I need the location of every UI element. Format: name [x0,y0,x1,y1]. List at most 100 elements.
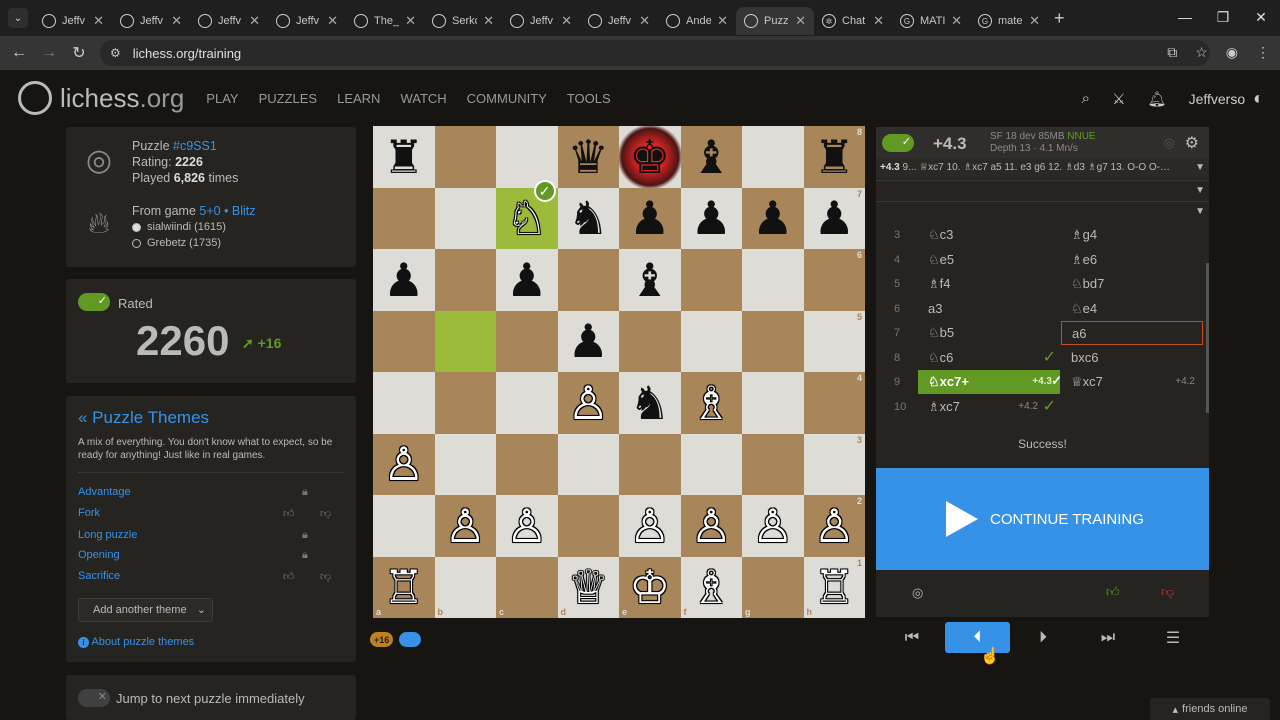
chess-piece[interactable]: ♜ [814,134,855,180]
chess-piece[interactable]: ♗ [691,380,732,426]
browser-tab[interactable]: Jeffv ✕ [190,7,268,35]
close-tab-icon[interactable]: ✕ [327,13,338,29]
square-g1[interactable]: g [742,556,804,618]
about-themes-link[interactable]: i About puzzle themes [78,636,194,648]
last-move-icon[interactable]: ⏭ [1096,622,1120,653]
square-g2[interactable]: ♙ [742,495,804,557]
square-e2[interactable]: ♙ [619,495,681,557]
add-theme-select[interactable]: Add another theme ⌄ [78,598,213,622]
square-d3[interactable] [557,433,619,495]
thumbs-down-icon[interactable]: 👎︎ [320,507,331,520]
pv-line-2[interactable]: ▼ [876,180,1209,200]
nav-learn[interactable]: LEARN [337,91,380,106]
square-f3[interactable] [680,433,742,495]
square-a7[interactable] [373,187,435,249]
prev-move-icon[interactable]: ⏴ [945,622,1010,653]
nav-watch[interactable]: WATCH [400,91,446,106]
move-white[interactable]: ♘e5 [918,248,1060,272]
move-black[interactable]: a6 [1061,321,1203,345]
square-h8[interactable]: ♜ 8 [803,126,865,188]
site-info-icon[interactable]: ⚙ [110,46,121,60]
browser-tab[interactable]: Jeffv ✕ [268,7,346,35]
chess-piece[interactable]: ♘ [506,195,547,241]
move-white[interactable]: ♗f4 [918,272,1060,296]
move-black[interactable] [1061,395,1203,419]
url-field[interactable]: ⚙ lichess.org/training [100,40,1210,66]
square-d6[interactable] [557,249,619,311]
engine-toggle[interactable] [882,134,914,152]
chess-piece[interactable]: ♙ [629,503,670,549]
square-b5[interactable] [434,310,496,372]
chess-piece[interactable]: ♙ [383,441,424,487]
chess-piece[interactable]: ♛ [568,134,609,180]
profile-icon[interactable]: ◉ [1226,44,1238,61]
jump-next-toggle[interactable] [78,689,110,707]
close-tab-icon[interactable]: ✕ [93,13,104,29]
close-tab-icon[interactable]: ✕ [795,13,806,29]
square-h6[interactable]: 6 [803,249,865,311]
close-window-icon[interactable]: ✕ [1242,0,1280,34]
browser-tab[interactable]: G MATI ✕ [892,7,970,35]
chess-piece[interactable]: ♟ [752,195,793,241]
square-e3[interactable] [619,433,681,495]
square-a3[interactable]: ♙ [373,433,435,495]
chess-piece[interactable]: ♙ [752,503,793,549]
browser-tab[interactable]: Jeffv ✕ [112,7,190,35]
first-move-icon[interactable]: ⏮ [900,622,924,653]
rated-toggle[interactable] [78,293,110,311]
puzzle-id-link[interactable]: #c9SS1 [173,139,217,153]
square-c8[interactable] [496,126,558,188]
square-h2[interactable]: ♙ 2 [803,495,865,557]
square-c3[interactable] [496,433,558,495]
square-e1[interactable]: ♔ e [619,556,681,618]
browser-menu-icon[interactable]: ⋮ [1256,44,1270,61]
install-icon[interactable]: ⧉ [1167,44,1177,61]
themes-title[interactable]: « Puzzle Themes [78,408,209,428]
close-tab-icon[interactable]: ✕ [561,13,572,29]
close-tab-icon[interactable]: ✕ [717,13,728,29]
chess-piece[interactable]: ♙ [814,503,855,549]
nav-tools[interactable]: TOOLS [567,91,611,106]
nav-community[interactable]: COMMUNITY [467,91,547,106]
square-b1[interactable]: b [434,556,496,618]
move-black[interactable]: ♘e4 [1061,297,1203,321]
analysis-target-icon[interactable]: ◎ [912,585,923,601]
square-f7[interactable]: ♟ [680,187,742,249]
close-tab-icon[interactable]: ✕ [639,13,650,29]
chess-board[interactable]: ♜ ♛ ♚ ♝ ♜ 8 ♘ ✓ ♞ ♟ ♟ ♟ ♟ 7 ♟ ♟ ♝ 6 ♟ 5 ♙ ♞ ♗ 4 ♙ 3 ♙ ♙ ♙ ♙ ♙ ♙ 2 ♖ a b c ♕ d ♔… [373,126,865,618]
browser-tab[interactable]: ✲ Chat ✕ [814,7,892,35]
square-a4[interactable] [373,372,435,434]
square-a8[interactable]: ♜ [373,126,435,188]
move-black[interactable]: bxc6 [1061,346,1203,370]
thumbs-up-icon[interactable]: 👍︎ [283,507,295,520]
username[interactable]: Jeffverso [1189,91,1246,107]
chess-piece[interactable]: ♔ [629,564,670,610]
thumbs-up-icon[interactable]: 👍︎ [283,570,295,583]
forward-icon[interactable]: → [34,44,64,62]
player-white[interactable]: sialwiindi (1615) [132,219,256,235]
browser-tab[interactable]: Jeffv ✕ [580,7,658,35]
browser-tab[interactable]: Puzz ✕ [736,7,814,35]
chess-piece[interactable]: ♗ [691,564,732,610]
close-tab-icon[interactable]: ✕ [249,13,260,29]
square-d4[interactable]: ♙ [557,372,619,434]
square-c4[interactable] [496,372,558,434]
site-logo[interactable]: lichess.org [18,81,184,115]
pv-expand-icon[interactable]: ▼ [1195,162,1205,173]
square-h3[interactable]: 3 [803,433,865,495]
chess-piece[interactable]: ♜ [383,134,424,180]
move-black[interactable]: ♘bd7 [1061,272,1203,296]
close-tab-icon[interactable]: ✕ [1029,13,1040,29]
square-c5[interactable] [496,310,558,372]
friends-online-button[interactable]: ▴ friends online [1150,698,1270,720]
pv-line-3[interactable]: ▼ [876,201,1209,221]
square-e4[interactable]: ♞ [619,372,681,434]
chess-piece[interactable]: ♖ [814,564,855,610]
square-c2[interactable]: ♙ [496,495,558,557]
chess-piece[interactable]: ♞ [568,195,609,241]
move-white[interactable]: ♗xc7 +4.2 ✓ [918,395,1060,419]
square-a2[interactable] [373,495,435,557]
thumbs-down-icon[interactable]: 👎︎ [1161,584,1174,600]
square-c6[interactable]: ♟ [496,249,558,311]
square-g7[interactable]: ♟ [742,187,804,249]
